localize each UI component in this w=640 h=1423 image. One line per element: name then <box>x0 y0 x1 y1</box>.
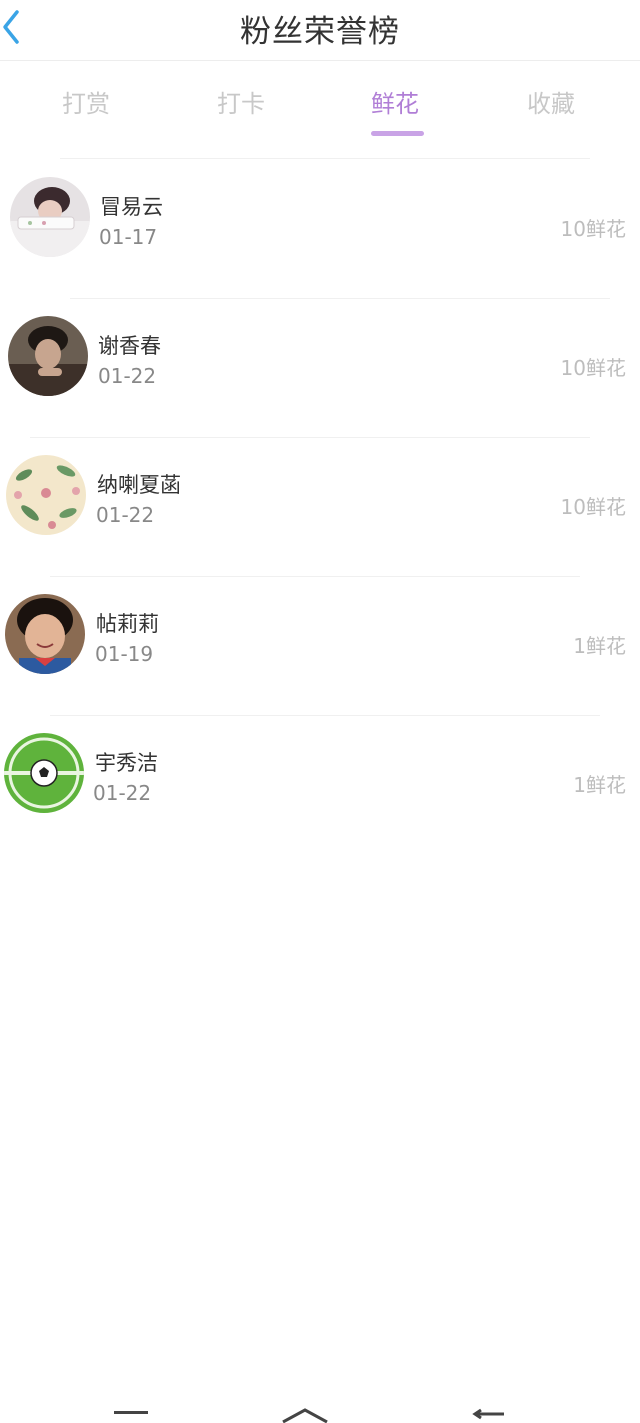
avatar <box>10 177 90 257</box>
tab-flowers[interactable]: 鲜花 <box>371 84 419 119</box>
fan-name: 冒易云 <box>100 195 163 219</box>
fan-date: 01-22 <box>96 503 155 527</box>
avatar <box>8 316 88 396</box>
tab-checkin[interactable]: 打卡 <box>217 84 265 119</box>
fan-name: 谢香春 <box>98 334 161 358</box>
menu-icon[interactable] <box>112 1409 152 1423</box>
fan-date: 01-22 <box>98 364 157 388</box>
avatar <box>6 455 86 535</box>
flower-count: 10鲜花 <box>560 217 626 241</box>
flower-count: 1鲜花 <box>573 634 626 658</box>
system-nav-bar <box>0 1395 640 1423</box>
tab-bar: 打赏 打卡 鲜花 收藏 <box>0 78 640 138</box>
tab-reward[interactable]: 打赏 <box>62 84 110 119</box>
list-item[interactable]: 帖莉莉 01-19 1鲜花 <box>0 575 640 714</box>
header-bar: 粉丝荣誉榜 <box>0 0 640 61</box>
fan-date: 01-17 <box>99 225 158 249</box>
flower-count: 10鲜花 <box>560 356 626 380</box>
list-item[interactable]: 冒易云 01-17 10鲜花 <box>0 158 640 297</box>
page-title: 粉丝荣誉榜 <box>240 14 400 50</box>
flower-count: 10鲜花 <box>560 495 626 519</box>
avatar <box>5 594 85 674</box>
fan-name: 宇秀洁 <box>95 751 158 775</box>
active-tab-indicator <box>371 131 424 136</box>
fan-date: 01-19 <box>95 642 154 666</box>
fan-name: 帖莉莉 <box>96 612 159 636</box>
list-item[interactable]: 谢香春 01-22 10鲜花 <box>0 297 640 436</box>
fan-name: 纳喇夏菡 <box>97 473 181 497</box>
list-item[interactable]: 宇秀洁 01-22 1鲜花 <box>0 714 640 853</box>
list-item[interactable]: 纳喇夏菡 01-22 10鲜花 <box>0 436 640 575</box>
fan-date: 01-22 <box>93 781 152 805</box>
avatar <box>4 733 84 813</box>
flower-count: 1鲜花 <box>573 773 626 797</box>
back-nav-icon[interactable] <box>470 1408 510 1423</box>
tab-favorites[interactable]: 收藏 <box>527 84 575 119</box>
home-icon[interactable] <box>280 1407 330 1423</box>
